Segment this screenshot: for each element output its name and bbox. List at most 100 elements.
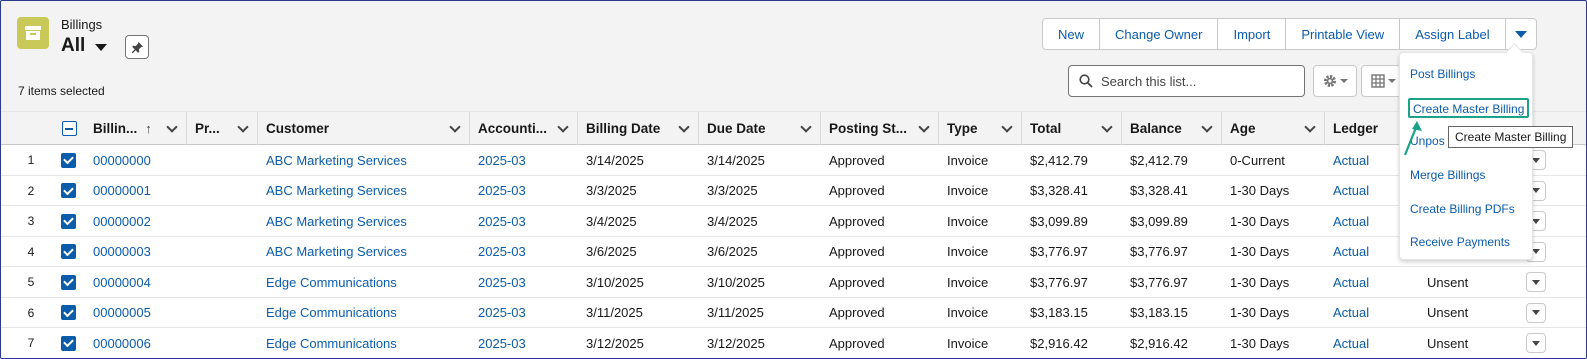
accounting-period-link[interactable]: 2025-03 — [478, 267, 526, 297]
column-header-pr[interactable]: Pr... — [187, 112, 258, 145]
items-selected-count: 7 items selected — [18, 84, 105, 98]
chevron-down-icon[interactable] — [449, 121, 461, 133]
sort-up-icon: ↑ — [145, 121, 152, 136]
column-header-customer[interactable]: Customer — [258, 112, 470, 145]
menu-item-create-master-billing[interactable]: Create Master Billing — [1408, 98, 1530, 118]
table-row: 7 00000006 Edge Communications 2025-03 3… — [1, 328, 1586, 358]
chevron-down-icon[interactable] — [557, 121, 569, 133]
select-all-checkbox[interactable] — [61, 121, 77, 136]
billing-link[interactable]: 00000001 — [93, 176, 151, 206]
pin-icon — [131, 41, 143, 53]
age-cell: 1-30 Days — [1230, 183, 1290, 198]
customer-link[interactable]: Edge Communications — [266, 328, 397, 358]
import-button[interactable]: Import — [1218, 19, 1287, 49]
menu-item-create-billing-pdfs[interactable]: Create Billing PDFs — [1410, 202, 1515, 216]
menu-item-merge-billings[interactable]: Merge Billings — [1410, 168, 1485, 182]
chevron-down-icon[interactable] — [1304, 121, 1316, 133]
accounting-period-link[interactable]: 2025-03 — [478, 176, 526, 206]
ledger-link[interactable]: Actual — [1333, 145, 1369, 175]
search-input[interactable] — [1101, 73, 1291, 89]
chevron-down-icon[interactable] — [1001, 121, 1013, 133]
chevron-down-icon — [1532, 218, 1540, 224]
total-cell: $3,099.89 — [1030, 213, 1088, 229]
total-cell: $3,183.15 — [1030, 305, 1088, 320]
list-settings-button[interactable] — [1313, 65, 1357, 97]
row-number: 7 — [27, 336, 35, 350]
billing-link[interactable]: 00000003 — [93, 237, 151, 267]
chevron-down-icon[interactable] — [1201, 121, 1213, 133]
row-checkbox[interactable] — [61, 305, 76, 320]
type-cell: Invoice — [947, 183, 989, 198]
posting-status-cell: Approved — [829, 183, 885, 198]
row-checkbox[interactable] — [61, 335, 76, 351]
assign-label-button[interactable]: Assign Label — [1400, 19, 1506, 49]
gear-icon — [1323, 75, 1336, 87]
accounting-period-link[interactable]: 2025-03 — [478, 237, 526, 267]
column-header-posting-status[interactable]: Posting St... — [821, 112, 939, 145]
table-row: 5 00000004 Edge Communications 2025-03 3… — [1, 267, 1586, 298]
more-actions-button[interactable] — [1505, 19, 1536, 49]
column-header-balance[interactable]: Balance — [1122, 112, 1222, 145]
status-cell: Unsent — [1427, 274, 1469, 290]
menu-item-receive-payments[interactable]: Receive Payments — [1410, 235, 1510, 249]
chevron-down-icon[interactable] — [1101, 121, 1113, 133]
chevron-down-icon[interactable] — [800, 121, 812, 133]
row-select-cell — [61, 176, 76, 206]
customer-link[interactable]: ABC Marketing Services — [266, 237, 407, 267]
ledger-link[interactable]: Actual — [1333, 206, 1369, 236]
table-row: 1 00000000 ABC Marketing Services 2025-0… — [1, 145, 1586, 176]
row-checkbox[interactable] — [61, 213, 76, 229]
ledger-link[interactable]: Actual — [1333, 267, 1369, 297]
billing-date-cell: 3/4/2025 — [586, 213, 637, 229]
new-button[interactable]: New — [1043, 19, 1101, 49]
row-action-button[interactable] — [1526, 333, 1546, 353]
customer-link[interactable]: ABC Marketing Services — [266, 176, 407, 206]
row-checkbox[interactable] — [61, 183, 76, 198]
due-date-cell: 3/4/2025 — [707, 213, 758, 229]
chevron-down-icon[interactable] — [918, 121, 930, 133]
ledger-link[interactable]: Actual — [1333, 298, 1369, 328]
billing-link[interactable]: 00000002 — [93, 206, 151, 236]
ledger-link[interactable]: Actual — [1333, 237, 1369, 267]
row-checkbox[interactable] — [61, 274, 76, 290]
customer-link[interactable]: ABC Marketing Services — [266, 145, 407, 175]
accounting-period-link[interactable]: 2025-03 — [478, 328, 526, 358]
accounting-period-link[interactable]: 2025-03 — [478, 145, 526, 175]
column-header-billing[interactable]: Billin... ↑ — [85, 112, 187, 145]
list-view-selector[interactable]: All — [61, 35, 108, 57]
chevron-down-icon[interactable] — [166, 121, 178, 133]
menu-item-post-billings[interactable]: Post Billings — [1410, 67, 1475, 81]
row-checkbox[interactable] — [61, 152, 76, 168]
column-header-billing-date[interactable]: Billing Date — [578, 112, 699, 145]
customer-link[interactable]: Edge Communications — [266, 298, 397, 328]
billing-link[interactable]: 00000004 — [93, 267, 151, 297]
chevron-down-icon[interactable] — [237, 121, 249, 133]
chevron-down-icon — [1339, 79, 1348, 83]
ledger-link[interactable]: Actual — [1333, 328, 1369, 358]
change-owner-button[interactable]: Change Owner — [1100, 19, 1219, 49]
accounting-period-link[interactable]: 2025-03 — [478, 206, 526, 236]
chevron-down-icon[interactable] — [678, 121, 690, 133]
billing-link[interactable]: 00000000 — [93, 145, 151, 175]
row-action-button[interactable] — [1526, 302, 1546, 323]
billing-link[interactable]: 00000005 — [93, 298, 151, 328]
customer-link[interactable]: ABC Marketing Services — [266, 206, 407, 236]
chevron-down-icon — [1532, 249, 1540, 254]
ledger-link[interactable]: Actual — [1333, 176, 1369, 206]
customer-link[interactable]: Edge Communications — [266, 267, 397, 297]
column-header-type[interactable]: Type — [939, 112, 1022, 145]
total-cell: $2,412.79 — [1030, 152, 1088, 168]
column-header-due-date[interactable]: Due Date — [699, 112, 821, 145]
row-action-button[interactable] — [1526, 272, 1546, 292]
balance-cell: $3,099.89 — [1130, 213, 1188, 229]
accounting-period-link[interactable]: 2025-03 — [478, 298, 526, 328]
column-header-total[interactable]: Total — [1022, 112, 1122, 145]
type-cell: Invoice — [947, 305, 989, 320]
billing-link[interactable]: 00000006 — [93, 328, 151, 358]
row-checkbox[interactable] — [61, 244, 76, 259]
column-header-age[interactable]: Age — [1222, 112, 1325, 145]
pin-button[interactable] — [125, 35, 149, 59]
printable-view-button[interactable]: Printable View — [1286, 19, 1401, 49]
object-label: Billings — [61, 17, 103, 32]
column-header-accounting-period[interactable]: Accounti... — [470, 112, 578, 145]
